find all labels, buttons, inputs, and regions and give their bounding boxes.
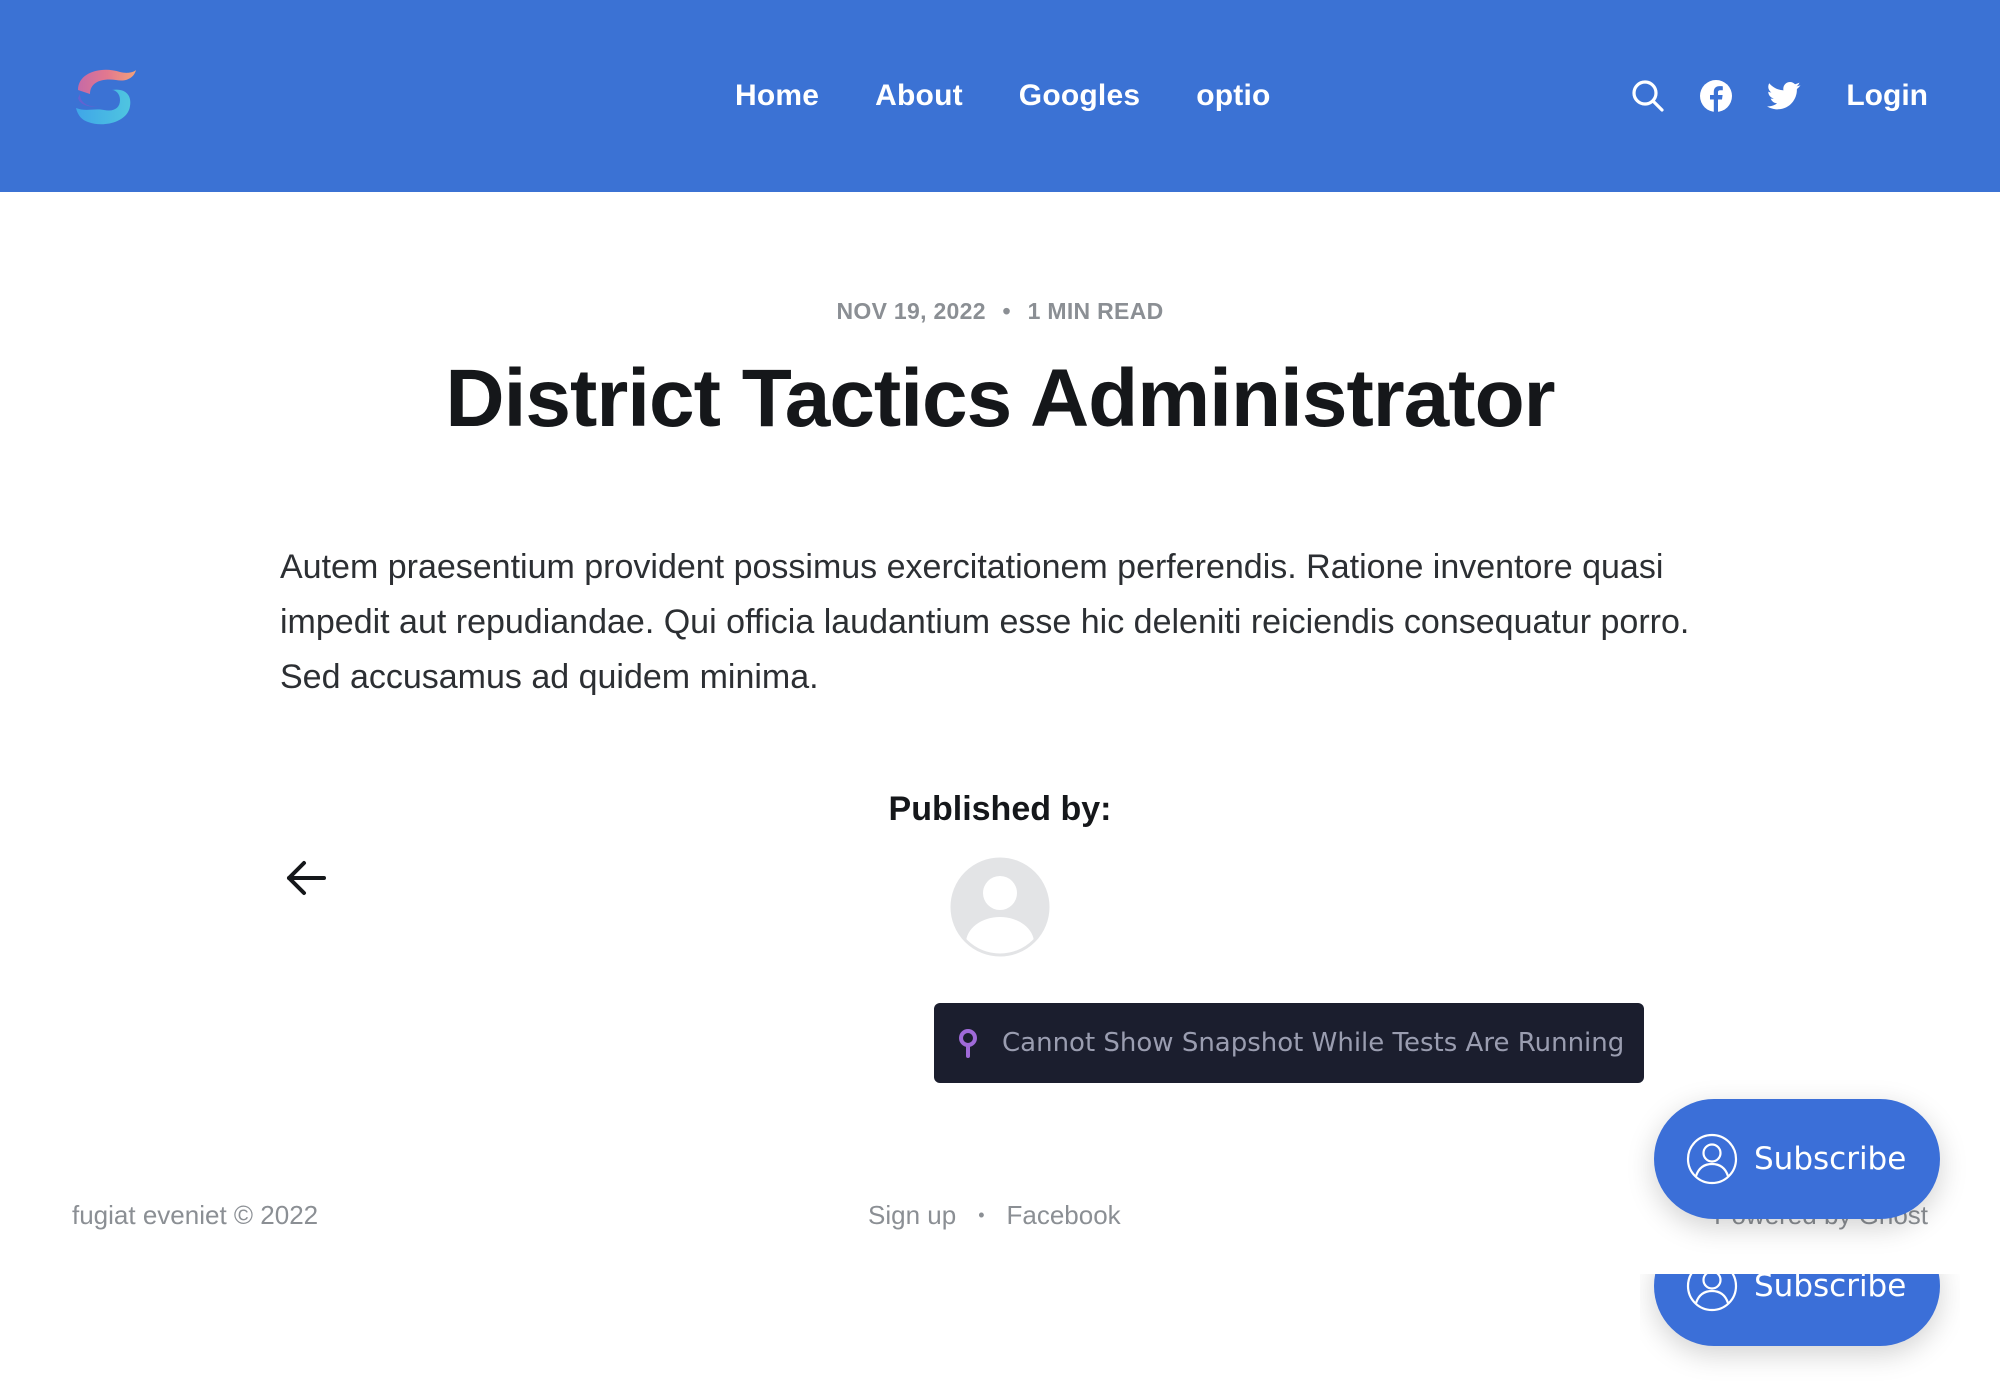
footer-nav: Sign up • Facebook xyxy=(868,1200,1121,1231)
published-by-heading: Published by: xyxy=(888,790,1112,828)
arrow-left-icon xyxy=(287,861,326,895)
back-link[interactable] xyxy=(284,856,328,900)
post-title: District Tactics Administrator xyxy=(445,353,1555,444)
subscribe-label: Subscribe xyxy=(1754,1141,1907,1177)
login-link[interactable]: Login xyxy=(1846,79,1928,113)
author-avatar[interactable] xyxy=(950,857,1050,957)
user-circle-icon xyxy=(1686,1133,1738,1185)
post-meta: NOV 19, 2022 • 1 MIN READ xyxy=(0,298,2000,325)
footer-separator: • xyxy=(978,1205,985,1225)
footer-link-signup[interactable]: Sign up xyxy=(868,1200,956,1231)
snapshot-message: Cannot Show Snapshot While Tests Are Run… xyxy=(1002,1028,1625,1058)
subscribe-button[interactable]: Subscribe xyxy=(1654,1099,1940,1219)
meta-separator: • xyxy=(1002,298,1011,324)
ghost-site-logo-icon xyxy=(76,69,136,125)
pin-icon xyxy=(959,1029,977,1058)
search-icon[interactable] xyxy=(1630,78,1666,114)
snapshot-banner: Cannot Show Snapshot While Tests Are Run… xyxy=(934,1003,1644,1083)
avatar-placeholder-icon xyxy=(950,857,1050,957)
footer-link-facebook[interactable]: Facebook xyxy=(1007,1200,1121,1231)
nav-optio[interactable]: optio xyxy=(1196,79,1270,113)
site-header: Home About Googles optio Login xyxy=(0,0,2000,192)
nav-googles[interactable]: Googles xyxy=(1019,79,1140,113)
subscribe-button-duplicate[interactable]: Subscribe xyxy=(1654,1274,1940,1346)
subscribe-button-duplicate-wrap: Subscribe xyxy=(1640,1274,1960,1400)
nav-home[interactable]: Home xyxy=(735,79,819,113)
user-circle-icon xyxy=(1686,1274,1738,1312)
subscribe-label: Subscribe xyxy=(1754,1274,1907,1304)
post-body: Autem praesentium provident possimus exe… xyxy=(280,548,1690,696)
site-logo[interactable] xyxy=(68,60,140,132)
main-nav: Home About Googles optio xyxy=(735,0,1271,192)
post-date: NOV 19, 2022 xyxy=(836,298,986,324)
header-actions: Login xyxy=(1630,0,1928,192)
reading-time: 1 MIN READ xyxy=(1027,298,1164,324)
facebook-icon[interactable] xyxy=(1698,78,1734,114)
twitter-icon[interactable] xyxy=(1766,78,1802,114)
footer-copyright: fugiat eveniet © 2022 xyxy=(72,1200,319,1230)
nav-about[interactable]: About xyxy=(875,79,963,113)
